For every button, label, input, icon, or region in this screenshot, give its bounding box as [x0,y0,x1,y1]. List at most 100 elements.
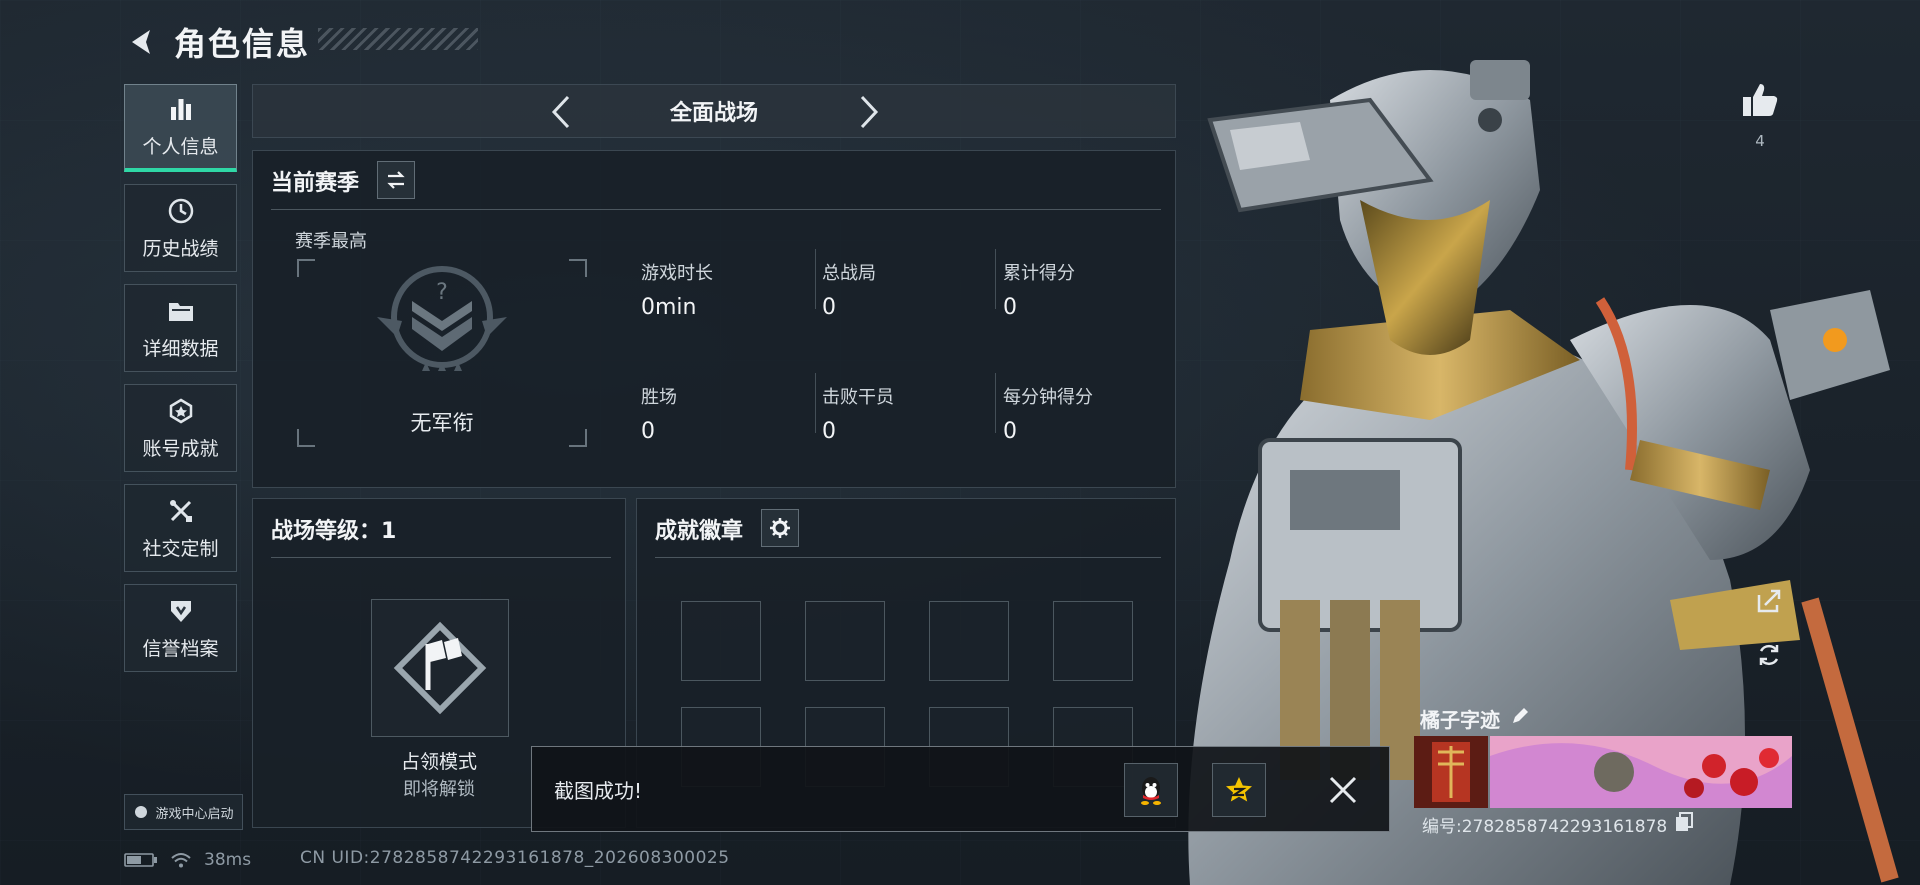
badge-slot[interactable] [929,601,1009,681]
stat-total-matches: 总战局 0 [822,259,876,320]
side-tools [1752,584,1786,672]
refresh-icon [1759,644,1779,666]
sidebar-item-history[interactable]: 历史战绩 [124,184,237,272]
switch-season-button[interactable] [377,161,415,199]
player-name-card[interactable] [1414,736,1792,808]
uid-text: CN UID:2782858742293161878_202608300025 [300,848,730,868]
divider [271,209,1161,210]
divider [995,249,996,309]
next-mode-button[interactable] [851,95,885,129]
mode-selector: 全面战场 [252,84,1176,138]
chevron-left-icon [551,95,570,129]
badges-title: 成就徽章 [655,519,744,544]
stat-label: 击败干员 [822,387,894,408]
badge-slot[interactable] [681,601,761,681]
tools-icon [166,496,196,526]
stat-label: 累计得分 [1003,263,1075,284]
folder-icon [166,296,196,326]
stat-label: 每分钟得分 [1003,387,1093,408]
share-qzone-button[interactable] [1212,763,1266,817]
stat-value: 0 [822,295,836,320]
copy-icon [1676,812,1694,831]
rank-frame: ? 无军衔 [297,259,587,447]
sidebar-item-details[interactable]: 详细数据 [124,284,237,372]
season-panel: 当前赛季 赛季最高 ? 无军衔 游戏时长 0min 总战局 0 累计得分 0 胜… [252,150,1176,488]
ping-value: 38ms [204,850,252,870]
back-button[interactable] [124,24,160,60]
flag-emblem-icon [393,621,487,715]
status-bar: 38ms [124,848,251,872]
sidebar-item-profile[interactable]: 个人信息 [124,84,237,172]
screenshot-toast: 截图成功! [531,746,1390,832]
player-name-row: 橘子字迹 [1420,704,1530,733]
player-id-row: 编号:2782858742293161878 [1422,812,1694,837]
sidebar-item-label: 信誉档案 [142,637,219,660]
divider [815,373,816,433]
stat-value: 0 [1003,419,1017,444]
sidebar-item-label: 个人信息 [142,136,219,158]
badge-slot[interactable] [805,601,885,681]
stat-value: 0min [641,295,697,320]
name-card-image [1414,736,1792,808]
sidebar-item-reputation[interactable]: 信誉档案 [124,584,237,672]
stat-wins: 胜场 0 [641,383,677,444]
close-toast-button[interactable] [1322,769,1364,811]
stat-kills: 击败干员 0 [822,383,894,444]
mode-card[interactable] [371,599,509,737]
season-subtitle: 赛季最高 [295,231,367,252]
frame-corner [297,259,315,277]
refresh-button[interactable] [1752,638,1786,672]
stat-value: 0 [641,419,655,444]
share-button[interactable] [1752,584,1786,618]
divider [271,557,611,558]
toast-message: 截图成功! [554,779,643,803]
divider [995,373,996,433]
like-count: 4 [1755,132,1765,150]
shield-icon [166,596,196,626]
frame-corner [569,259,587,277]
divider [815,249,816,309]
stat-label: 总战局 [822,263,876,284]
stat-total-score: 累计得分 0 [1003,259,1075,320]
prev-mode-button[interactable] [545,95,579,129]
edit-name-button[interactable] [1510,706,1530,731]
sidebar-item-label: 社交定制 [142,537,219,560]
wifi-icon [171,853,191,868]
battlefield-level-title: 战场等级：1 [271,519,397,544]
bar-chart-icon [166,94,196,124]
copy-id-button[interactable] [1675,812,1694,837]
game-center-icon [135,806,148,818]
sidebar-item-achievements[interactable]: 账号成就 [124,384,237,472]
page-title: 角色信息 [174,25,311,63]
stat-score-per-minute: 每分钟得分 0 [1003,383,1093,444]
chevron-right-icon [860,95,879,129]
stat-playtime: 游戏时长 0min [641,259,713,320]
svg-text:?: ? [436,280,448,305]
mode-title: 全面战场 [669,101,758,126]
back-arrow-icon [132,30,150,54]
sidebar-item-label: 历史战绩 [142,237,219,260]
stat-value: 0 [1003,295,1017,320]
player-id: 编号:2782858742293161878 [1422,817,1668,837]
like-button[interactable]: 4 [1736,80,1784,150]
badge-slot[interactable] [1053,601,1133,681]
history-icon [166,196,196,226]
player-name: 橘子字迹 [1420,708,1500,732]
title-decoration [318,28,478,50]
stat-label: 胜场 [641,387,677,408]
sidebar-item-label: 详细数据 [142,337,219,360]
qq-icon [1141,777,1161,805]
badge-settings-button[interactable] [761,509,799,547]
swap-icon [387,171,405,189]
season-title: 当前赛季 [271,171,360,196]
game-center-label: 游戏中心启动 [155,806,234,822]
pencil-icon [1513,708,1528,723]
share-qq-button[interactable] [1124,763,1178,817]
achievement-icon [166,396,196,426]
share-icon [1757,589,1781,613]
sidebar-item-social[interactable]: 社交定制 [124,484,237,572]
close-icon [1329,776,1357,804]
battery-icon [124,853,157,867]
game-center-button[interactable]: 游戏中心启动 [124,794,243,830]
qzone-star-icon [1226,777,1252,802]
